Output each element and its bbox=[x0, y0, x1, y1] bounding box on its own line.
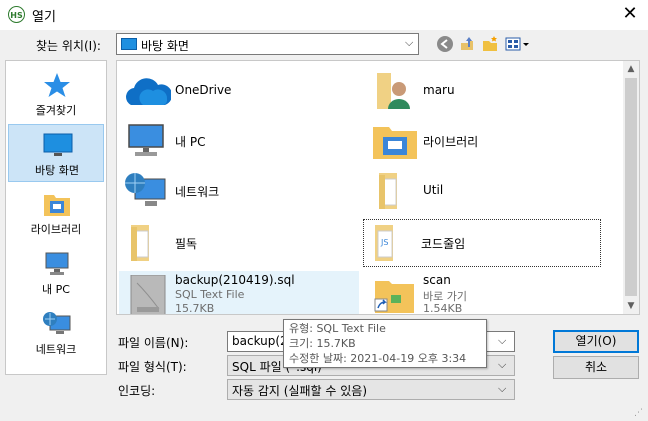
file-name: 라이브러리 bbox=[423, 135, 479, 149]
view-menu-button[interactable] bbox=[505, 35, 531, 53]
file-name: backup(210419).sql bbox=[175, 273, 295, 287]
list-item[interactable]: OneDrive bbox=[119, 67, 359, 115]
look-in-value: 바탕 화면 bbox=[141, 39, 189, 53]
open-button[interactable]: 열기(O) bbox=[553, 330, 639, 353]
resize-grip-icon[interactable]: ⋰ bbox=[634, 408, 646, 420]
place-desktop[interactable]: 바탕 화면 bbox=[8, 124, 104, 182]
file-tooltip: 유형: SQL Text File 크기: 15.7KB 수정한 날짜: 202… bbox=[283, 319, 487, 368]
file-name-label: 파일 이름(N): bbox=[118, 336, 189, 350]
file-name: maru bbox=[423, 83, 455, 97]
star-icon bbox=[44, 73, 70, 97]
up-folder-icon bbox=[461, 37, 473, 50]
place-library[interactable]: 라이브러리 bbox=[8, 184, 104, 242]
desktop-icon bbox=[43, 133, 73, 156]
encoding-label: 인코딩: bbox=[118, 384, 156, 398]
chevron-down-icon[interactable]: ⌵ bbox=[498, 334, 506, 348]
scroll-down-icon[interactable]: ▼ bbox=[623, 298, 639, 314]
new-folder-icon bbox=[483, 36, 497, 51]
user-folder-icon bbox=[377, 73, 410, 109]
list-item[interactable]: Util bbox=[367, 167, 607, 215]
new-folder-button[interactable] bbox=[481, 35, 499, 53]
place-network[interactable]: 네트워크 bbox=[8, 304, 104, 362]
scroll-thumb[interactable] bbox=[625, 78, 637, 296]
cancel-button[interactable]: 취소 bbox=[553, 356, 639, 379]
js-folder-icon: JS bbox=[375, 225, 393, 261]
up-folder-button[interactable] bbox=[458, 35, 476, 53]
look-in-label: 찾는 위치(I): bbox=[36, 39, 101, 53]
list-item[interactable]: maru bbox=[367, 67, 607, 115]
place-label: 라이브러리 bbox=[30, 223, 82, 236]
places-bar: 즐겨찾기 바탕 화면 라이브러리 내 PC 네트워크 bbox=[5, 60, 107, 375]
tooltip-type: 유형: SQL Text File bbox=[289, 322, 386, 335]
folder-icon bbox=[379, 173, 397, 209]
window-title: 열기 bbox=[32, 10, 56, 25]
close-button[interactable]: ✕ bbox=[612, 0, 648, 30]
list-item[interactable]: 내 PC bbox=[119, 117, 359, 165]
place-label: 내 PC bbox=[42, 283, 70, 296]
back-button[interactable] bbox=[436, 35, 454, 53]
file-name: scan bbox=[423, 273, 451, 287]
list-item[interactable]: scan 바로 가기 1.54KB bbox=[367, 271, 607, 315]
place-label: 즐겨찾기 bbox=[35, 104, 77, 117]
svg-text:JS: JS bbox=[380, 238, 388, 247]
file-name: OneDrive bbox=[175, 83, 232, 97]
file-list[interactable]: OneDrive maru 내 PC 라이브러리 네트워크 Util 필독 JS… bbox=[116, 60, 640, 315]
tooltip-modified: 수정한 날짜: 2021-04-19 오후 3:34 bbox=[289, 352, 467, 365]
file-name: 코드줄임 bbox=[421, 237, 466, 251]
file-type: SQL Text File bbox=[175, 288, 245, 301]
look-in-dropdown[interactable]: 바탕 화면 ⌵ bbox=[116, 33, 419, 55]
list-item[interactable]: backup(210419).sql SQL Text File 15.7KB bbox=[119, 271, 359, 315]
file-name: 내 PC bbox=[175, 135, 206, 149]
file-size: 1.54KB bbox=[423, 302, 463, 315]
back-icon bbox=[437, 36, 453, 52]
shortcut-folder-icon bbox=[374, 281, 414, 313]
list-item[interactable]: 네트워크 bbox=[119, 167, 359, 215]
tooltip-size: 크기: 15.7KB bbox=[289, 337, 356, 350]
file-type-label: 파일 형식(T): bbox=[118, 360, 187, 374]
file-name: 네트워크 bbox=[175, 185, 220, 199]
network-icon bbox=[125, 173, 166, 206]
desktop-icon bbox=[121, 38, 137, 50]
list-item[interactable]: JS 코드줄임 bbox=[363, 219, 601, 267]
library-icon bbox=[44, 195, 70, 216]
encoding-value: 자동 감지 (실패할 수 있음) bbox=[232, 384, 368, 398]
list-item[interactable]: 필독 bbox=[119, 219, 359, 267]
title-bar: HS 열기 ✕ bbox=[0, 0, 648, 30]
file-name: 필독 bbox=[175, 237, 198, 251]
folder-icon bbox=[131, 225, 149, 261]
cloud-icon bbox=[126, 78, 171, 105]
library-icon bbox=[373, 127, 417, 159]
network-icon bbox=[43, 312, 71, 334]
computer-icon bbox=[45, 252, 69, 275]
file-size: 15.7KB bbox=[175, 302, 215, 315]
place-label: 바탕 화면 bbox=[35, 164, 79, 177]
scroll-up-icon[interactable]: ▲ bbox=[623, 61, 639, 77]
chevron-down-icon: ⌵ bbox=[498, 358, 507, 371]
chevron-down-icon: ⌵ bbox=[405, 36, 414, 49]
place-this-pc[interactable]: 내 PC bbox=[8, 244, 104, 302]
encoding-dropdown[interactable]: 자동 감지 (실패할 수 있음) ⌵ bbox=[227, 379, 515, 400]
list-item[interactable]: 라이브러리 bbox=[367, 117, 607, 165]
computer-icon bbox=[128, 124, 164, 156]
vertical-scrollbar[interactable]: ▲ ▼ bbox=[623, 61, 639, 314]
view-menu-icon bbox=[505, 37, 529, 51]
sql-file-icon bbox=[130, 275, 166, 314]
file-name: Util bbox=[423, 183, 444, 197]
place-label: 네트워크 bbox=[35, 343, 77, 356]
chevron-down-icon: ⌵ bbox=[498, 382, 507, 395]
app-icon: HS bbox=[8, 6, 25, 23]
place-favorites[interactable]: 즐겨찾기 bbox=[8, 65, 104, 123]
